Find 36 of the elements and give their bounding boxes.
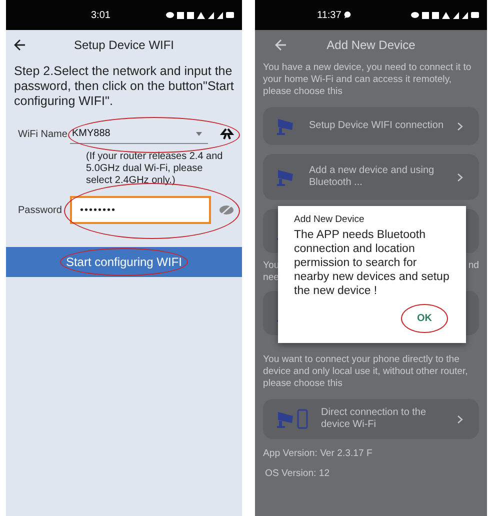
intro-text: You want to connect your phone directly to the device and only local use it, without other router, please choose this — [263, 354, 469, 390]
start-configuring-button[interactable]: Start configuring WIFI — [6, 247, 242, 277]
option-card[interactable]: Add a new device and using Bluetooth ... — [263, 154, 479, 200]
screen-title: Add New Device — [326, 38, 416, 52]
intro-text: You have a new device, you need to connect it to your home Wi-Fi and can access it remotely, please choose this — [263, 62, 472, 98]
chat-icon — [344, 11, 352, 19]
covered-text: nd — [468, 260, 479, 273]
option-card[interactable]: Setup Device WIFI connection — [263, 107, 479, 145]
eye-off-icon[interactable] — [219, 204, 234, 216]
field-label: Password — [18, 204, 63, 216]
option-label: Setup Device WIFI connection — [309, 120, 445, 132]
dialog-message: The APP needs Bluetooth connection and location permission to search for nearby new devices and setup the new device ! — [294, 228, 450, 298]
status-time: 11:37 — [317, 10, 352, 20]
app-version-text: App Version: Ver 2.3.17 F — [263, 448, 374, 459]
hint-text: (If your router releases 2.4 and 5.0GHz dual Wi-Fi, please select 2.4GHz only.) — [86, 151, 224, 187]
screen-title: Setup Device WIFI — [74, 38, 174, 52]
battery-icon — [226, 12, 234, 18]
option-label: Add a new device and using Bluetooth ... — [309, 165, 436, 189]
chevron-icon — [457, 122, 463, 130]
ok-button[interactable]: OK — [411, 309, 438, 328]
instructions-text: Step 2.Select the network and input the password, then click on the button"Start configuring WIFI". — [14, 64, 234, 109]
option-label: Direct connection to the device Wi-Fi — [321, 407, 428, 431]
camera-phone-icon — [275, 408, 309, 430]
covered-text: nee — [263, 272, 280, 284]
wifi-name-select[interactable]: KMY888 — [70, 124, 208, 144]
battery-icon — [471, 12, 479, 18]
status-time: 3:01 — [91, 10, 110, 20]
password-field[interactable]: •••••••• — [70, 196, 211, 224]
chevron-icon — [457, 172, 463, 182]
option-card[interactable]: Direct connection to the device Wi-Fi — [263, 399, 479, 439]
dialog-title: Add New Device — [294, 214, 366, 225]
field-label: WiFi Name — [18, 128, 68, 140]
os-version-text: OS Version: 12 — [264, 468, 331, 479]
chevron-icon — [457, 414, 463, 424]
back-icon[interactable] — [14, 39, 26, 51]
caret-icon — [196, 132, 202, 136]
